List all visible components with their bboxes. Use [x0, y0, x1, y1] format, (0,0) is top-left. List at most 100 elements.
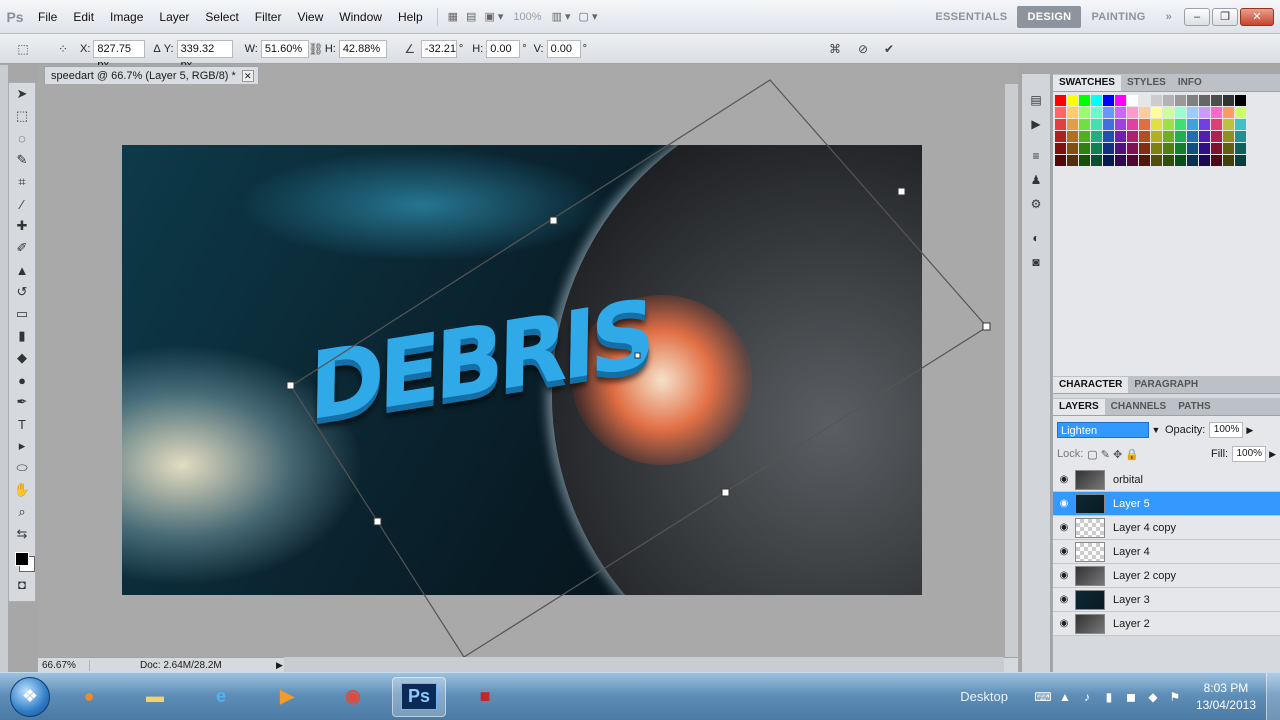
opacity-arrow-icon[interactable]: ▶ — [1246, 425, 1253, 436]
menu-image[interactable]: Image — [102, 10, 151, 24]
x-field[interactable]: 827.75 px — [93, 39, 146, 71]
menu-file[interactable]: File — [30, 10, 65, 24]
swatch[interactable] — [1223, 119, 1234, 130]
layer-row[interactable]: ◉ Layer 4 — [1053, 540, 1280, 564]
tab-info[interactable]: INFO — [1172, 75, 1208, 91]
swatch[interactable] — [1103, 107, 1114, 118]
recorder-icon[interactable]: ■ — [458, 677, 512, 717]
y-field[interactable]: 339.32 px — [176, 39, 233, 71]
workspace-painting[interactable]: PAINTING — [1081, 11, 1155, 23]
swatch[interactable] — [1079, 119, 1090, 130]
swatch[interactable] — [1127, 95, 1138, 106]
marquee-tool-icon[interactable]: ⬚ — [9, 105, 35, 127]
brush-presets-icon[interactable]: ≡ — [1022, 144, 1050, 168]
dodge-tool-icon[interactable]: ● — [9, 369, 35, 391]
swatch[interactable] — [1199, 131, 1210, 142]
swatch[interactable] — [1199, 107, 1210, 118]
show-desktop-button[interactable] — [1266, 672, 1280, 720]
start-button[interactable]: ❖ — [10, 676, 50, 717]
h-field[interactable]: 42.88% — [338, 39, 387, 58]
reference-point-icon[interactable]: ⁘ — [52, 40, 74, 58]
swatch[interactable] — [1067, 131, 1078, 142]
swatch[interactable] — [1163, 155, 1174, 166]
tab-character[interactable]: CHARACTER — [1053, 377, 1129, 393]
angle-field[interactable]: -32.21 — [420, 39, 457, 58]
arrange-icon[interactable]: ▥ ▾ — [548, 8, 575, 26]
tab-layers[interactable]: LAYERS — [1053, 399, 1105, 415]
restore-icon[interactable]: ❐ — [1212, 7, 1238, 26]
w-field[interactable]: 51.60% — [260, 39, 309, 58]
swatch[interactable] — [1211, 131, 1222, 142]
swatch[interactable] — [1127, 119, 1138, 130]
lock-icons[interactable]: ▢ ✎ ✥ 🔒 — [1087, 448, 1139, 461]
tab-paragraph[interactable]: PARAGRAPH — [1128, 377, 1204, 393]
visibility-eye-icon[interactable]: ◉ — [1053, 522, 1075, 533]
bridge-icon[interactable]: ▦ — [444, 8, 462, 26]
swatch[interactable] — [1187, 107, 1198, 118]
swatch[interactable] — [1115, 131, 1126, 142]
menu-layer[interactable]: Layer — [151, 10, 197, 24]
brush-tool-icon[interactable]: ✐ — [9, 237, 35, 259]
clock[interactable]: 8:03 PM 13/04/2013 — [1186, 680, 1266, 714]
layer-row[interactable]: ◉ orbital — [1053, 468, 1280, 492]
commit-transform-icon[interactable]: ✔ — [878, 40, 900, 58]
swatch[interactable] — [1115, 155, 1126, 166]
swatch[interactable] — [1103, 119, 1114, 130]
tool-presets-icon[interactable]: ⚙ — [1022, 192, 1050, 216]
swatch[interactable] — [1115, 119, 1126, 130]
workspace-design[interactable]: DESIGN — [1017, 5, 1082, 28]
workspace-essentials[interactable]: ESSENTIALS — [925, 11, 1017, 23]
shape-tool-icon[interactable]: ⬭ — [9, 457, 35, 479]
swatch[interactable] — [1211, 119, 1222, 130]
swatch[interactable] — [1199, 95, 1210, 106]
type-tool-icon[interactable]: T — [9, 413, 35, 435]
menu-select[interactable]: Select — [197, 10, 246, 24]
swatch[interactable] — [1235, 131, 1246, 142]
opacity-field[interactable]: 100% — [1209, 422, 1244, 438]
visibility-eye-icon[interactable]: ◉ — [1053, 618, 1075, 629]
menu-edit[interactable]: Edit — [65, 10, 102, 24]
zoom-tool-icon[interactable]: ⌕ — [9, 501, 35, 523]
visibility-eye-icon[interactable]: ◉ — [1053, 474, 1075, 485]
swatch[interactable] — [1091, 119, 1102, 130]
swatch[interactable] — [1223, 143, 1234, 154]
quick-mask-icon[interactable]: ◘ — [9, 573, 35, 595]
swatch[interactable] — [1139, 119, 1150, 130]
swatch[interactable] — [1079, 131, 1090, 142]
swatch[interactable] — [1091, 95, 1102, 106]
swatch[interactable] — [1139, 155, 1150, 166]
cancel-transform-icon[interactable]: ⊘ — [852, 40, 874, 58]
history-brush-icon[interactable]: ↺ — [9, 281, 35, 303]
path-select-tool-icon[interactable]: ▸ — [9, 435, 35, 457]
swatch[interactable] — [1175, 143, 1186, 154]
masks-icon[interactable]: ◙ — [1022, 250, 1050, 274]
color-swatches-icon[interactable] — [9, 545, 35, 573]
swatch[interactable] — [1055, 155, 1066, 166]
swatch[interactable] — [1079, 143, 1090, 154]
swatch[interactable] — [1163, 143, 1174, 154]
swatch[interactable] — [1127, 143, 1138, 154]
healing-tool-icon[interactable]: ✚ — [9, 215, 35, 237]
swatch[interactable] — [1211, 143, 1222, 154]
status-zoom[interactable]: 66.67% — [38, 659, 90, 671]
swatch[interactable] — [1175, 155, 1186, 166]
swatch[interactable] — [1067, 143, 1078, 154]
swatch[interactable] — [1211, 107, 1222, 118]
menu-help[interactable]: Help — [390, 10, 431, 24]
gradient-tool-icon[interactable]: ▮ — [9, 325, 35, 347]
tab-styles[interactable]: STYLES — [1121, 75, 1172, 91]
hand-tool-icon[interactable]: ✋ — [9, 479, 35, 501]
warp-icon[interactable]: ⌘ — [824, 40, 846, 58]
swatch[interactable] — [1151, 95, 1162, 106]
explorer-icon[interactable]: ▬ — [128, 677, 182, 717]
swatch[interactable] — [1055, 107, 1066, 118]
swatch[interactable] — [1079, 95, 1090, 106]
flag-icon[interactable]: ⚑ — [1164, 690, 1186, 704]
swatch[interactable] — [1235, 119, 1246, 130]
swatch[interactable] — [1211, 155, 1222, 166]
ie-icon[interactable]: e — [194, 677, 248, 717]
swatch[interactable] — [1091, 143, 1102, 154]
desktop-toolbar[interactable]: Desktop — [960, 689, 1008, 704]
swatch[interactable] — [1079, 107, 1090, 118]
menu-window[interactable]: Window — [331, 10, 390, 24]
